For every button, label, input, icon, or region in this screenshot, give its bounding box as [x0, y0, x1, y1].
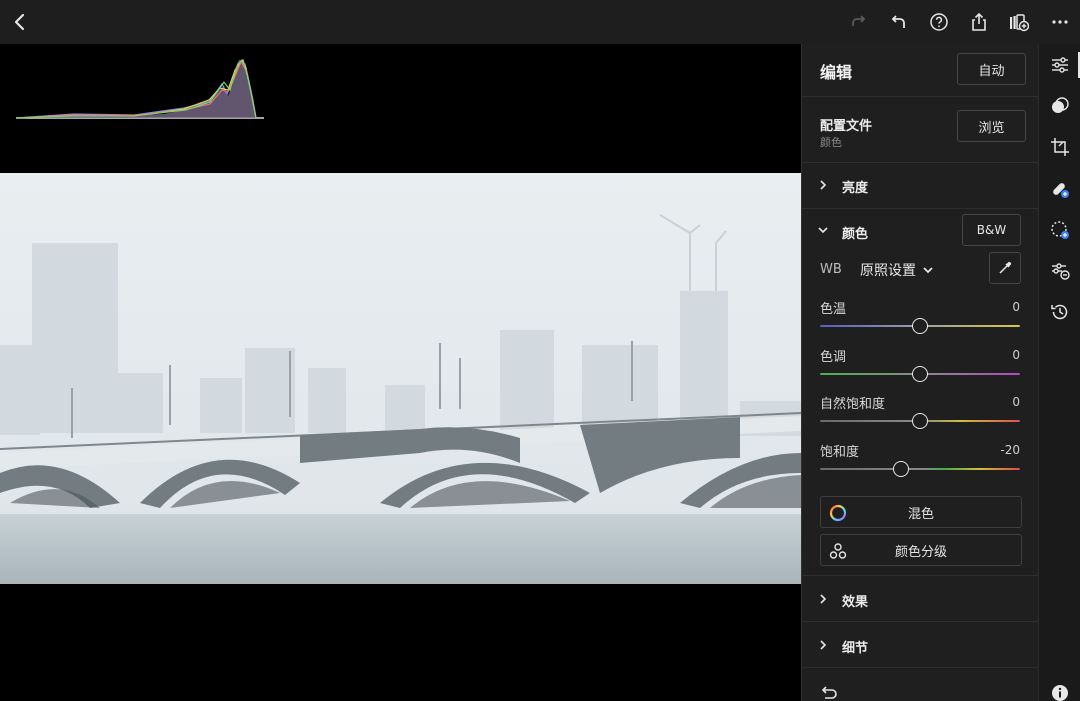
section-effects[interactable]: 效果: [802, 576, 1039, 621]
temp-value: 0: [1012, 300, 1020, 314]
saturation-value: -20: [1000, 443, 1020, 457]
wb-value: 原照设置: [860, 263, 916, 279]
bw-button[interactable]: B&W: [962, 214, 1021, 246]
tint-label: 色调: [820, 350, 847, 365]
section-detail[interactable]: 细节: [802, 622, 1039, 667]
crop-icon[interactable]: [1049, 136, 1071, 158]
histogram: [15, 58, 264, 119]
chevron-down-icon: [818, 227, 828, 234]
top-toolbar: [0, 0, 1080, 44]
presets-icon[interactable]: [1049, 95, 1071, 117]
redo-icon[interactable]: [844, 8, 872, 36]
auto-button[interactable]: 自动: [957, 53, 1026, 85]
chevron-right-icon: [820, 640, 827, 650]
back-icon[interactable]: [6, 8, 34, 36]
section-detail-label: 细节: [842, 641, 869, 656]
photo-preview: [0, 173, 801, 584]
section-light-label: 亮度: [842, 181, 869, 196]
profile-label: 配置文件: [820, 119, 873, 134]
color-grading-button[interactable]: 颜色分级: [820, 534, 1022, 566]
chevron-right-icon: [820, 180, 827, 190]
help-icon[interactable]: [925, 8, 953, 36]
chevron-down-icon: [923, 267, 933, 274]
section-color-label: 颜色: [842, 227, 869, 242]
color-grading-icon: [829, 543, 847, 559]
section-effects-label: 效果: [842, 595, 869, 610]
edit-sliders-icon[interactable]: [1049, 54, 1071, 76]
vibrance-value: 0: [1012, 395, 1020, 409]
eyedropper-button[interactable]: [989, 252, 1021, 284]
divider: [802, 96, 1039, 97]
reset-icon: [821, 686, 837, 699]
temp-label: 色温: [820, 302, 847, 317]
temp-slider-thumb[interactable]: [912, 318, 928, 334]
color-wheel-icon: [829, 504, 847, 522]
tint-value: 0: [1012, 348, 1020, 362]
tool-rail: [1038, 44, 1080, 701]
eyedropper-icon: [999, 261, 1012, 274]
edit-panel: 编辑 自动 配置文件 颜色 浏览 亮度 颜色 B&W WB 原照设置 色温 0 …: [801, 44, 1039, 701]
chevron-right-icon: [820, 594, 827, 604]
info-icon[interactable]: [1049, 682, 1071, 701]
reset-button[interactable]: [819, 684, 841, 701]
vibrance-label: 自然饱和度: [820, 397, 886, 412]
panel-title: 编辑: [820, 63, 853, 82]
profile-value: 颜色: [820, 136, 842, 149]
share-icon[interactable]: [965, 8, 993, 36]
masking-icon[interactable]: [1049, 219, 1071, 241]
history-icon[interactable]: [1049, 301, 1071, 323]
vibrance-slider-thumb[interactable]: [912, 413, 928, 429]
add-to-album-icon[interactable]: [1005, 8, 1033, 36]
undo-icon[interactable]: [885, 8, 913, 36]
color-mix-label: 混色: [907, 506, 934, 522]
color-mix-button[interactable]: 混色: [820, 496, 1022, 528]
healing-icon[interactable]: [1049, 178, 1071, 200]
image-canvas[interactable]: [0, 44, 801, 701]
saturation-label: 饱和度: [820, 445, 860, 460]
wb-label: WB: [820, 262, 842, 277]
wb-dropdown[interactable]: 原照设置: [860, 260, 934, 280]
color-grading-label: 颜色分级: [894, 544, 947, 560]
more-icon[interactable]: [1046, 8, 1074, 36]
browse-button[interactable]: 浏览: [957, 110, 1026, 142]
saturation-slider-thumb[interactable]: [893, 461, 909, 477]
section-light[interactable]: 亮度: [802, 163, 1039, 208]
tint-slider-thumb[interactable]: [912, 366, 928, 382]
versions-icon[interactable]: [1049, 260, 1071, 282]
divider: [802, 667, 1039, 668]
saturation-slider[interactable]: [820, 468, 1020, 470]
